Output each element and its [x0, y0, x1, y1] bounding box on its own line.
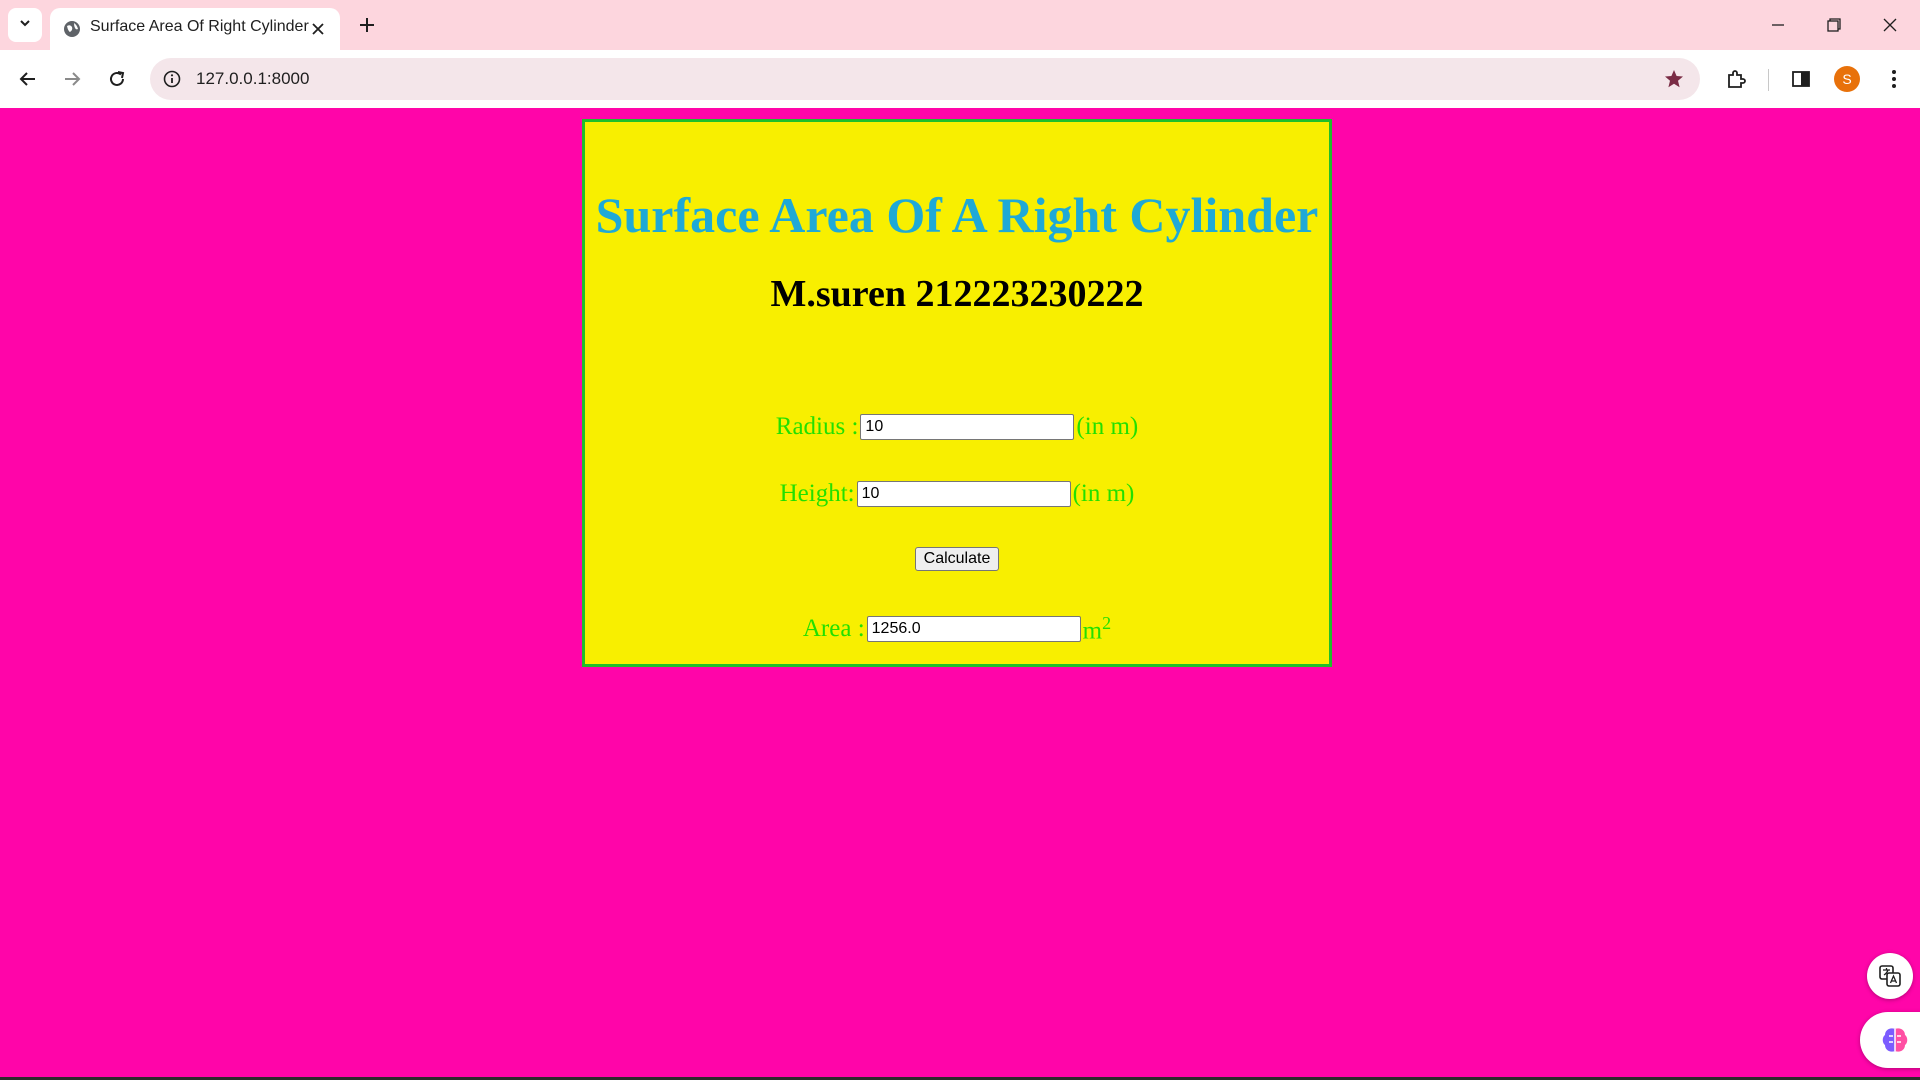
reload-icon	[110, 71, 125, 86]
globe-icon	[62, 19, 82, 39]
radius-label: Radius :	[775, 413, 859, 440]
side-panel-button[interactable]	[1787, 65, 1815, 93]
height-input[interactable]	[856, 481, 1071, 507]
arrow-left-icon	[19, 72, 35, 86]
restore-button[interactable]	[1806, 0, 1862, 50]
bookmark-star-icon[interactable]	[1662, 67, 1686, 91]
toolbar-divider	[1768, 69, 1769, 91]
radius-unit: (in m)	[1076, 413, 1139, 440]
site-info-icon[interactable]	[160, 67, 184, 91]
radius-row: Radius : (in m)	[585, 413, 1329, 441]
area-output[interactable]	[866, 616, 1081, 643]
minimize-icon	[1772, 24, 1784, 26]
calculate-row: Calculate	[585, 547, 1329, 571]
url-text: 127.0.0.1:8000	[196, 69, 310, 88]
area-row: Area : m2	[585, 613, 1329, 645]
new-tab-button[interactable]	[352, 10, 382, 40]
forward-button[interactable]	[54, 61, 90, 97]
translate-button[interactable]	[1867, 953, 1913, 999]
page-title: Surface Area Of A Right Cylinder	[595, 187, 1319, 243]
author-subtitle: M.suren 212223230222	[770, 273, 1144, 315]
translate-icon	[1879, 965, 1901, 987]
radius-input[interactable]	[860, 414, 1075, 440]
browser-titlebar: Surface Area Of Right Cylinder	[0, 0, 1920, 50]
arrow-right-icon	[65, 72, 81, 86]
calculator-card: Surface Area Of A Right Cylinder M.suren…	[582, 119, 1332, 667]
close-window-button[interactable]	[1862, 0, 1918, 50]
restore-icon	[1827, 18, 1841, 32]
chevron-down-icon	[18, 16, 32, 35]
area-unit: m2	[1083, 613, 1111, 645]
plus-icon	[360, 18, 374, 32]
browser-toolbar: 127.0.0.1:8000	[0, 50, 1920, 108]
height-unit: (in m)	[1072, 480, 1135, 507]
puzzle-icon	[1728, 70, 1746, 88]
assistant-button[interactable]	[1860, 1012, 1920, 1068]
reload-button[interactable]	[99, 61, 135, 97]
tab-search-button[interactable]	[8, 8, 42, 42]
area-unit-base: m	[1082, 617, 1103, 645]
height-label: Height:	[779, 480, 855, 507]
height-row: Height: (in m)	[585, 480, 1329, 508]
side-panel-icon	[1792, 71, 1810, 87]
browser-menu-button[interactable]	[1880, 65, 1908, 93]
browser-tab-active[interactable]: Surface Area Of Right Cylinder	[50, 8, 340, 50]
close-icon	[1883, 18, 1897, 32]
address-bar[interactable]: 127.0.0.1:8000	[150, 58, 1700, 100]
area-label: Area :	[802, 615, 865, 643]
calculate-button[interactable]: Calculate	[914, 547, 1000, 571]
minimize-button[interactable]	[1750, 0, 1806, 50]
tab-title: Surface Area Of Right Cylinder	[90, 18, 309, 35]
more-vertical-icon	[1892, 70, 1896, 88]
back-button[interactable]	[10, 61, 46, 97]
area-unit-exponent: 2	[1102, 613, 1112, 633]
close-tab-icon[interactable]	[308, 19, 328, 39]
extensions-button[interactable]	[1722, 65, 1750, 93]
profile-avatar[interactable]: S	[1834, 66, 1860, 92]
brain-icon	[1882, 1028, 1908, 1052]
